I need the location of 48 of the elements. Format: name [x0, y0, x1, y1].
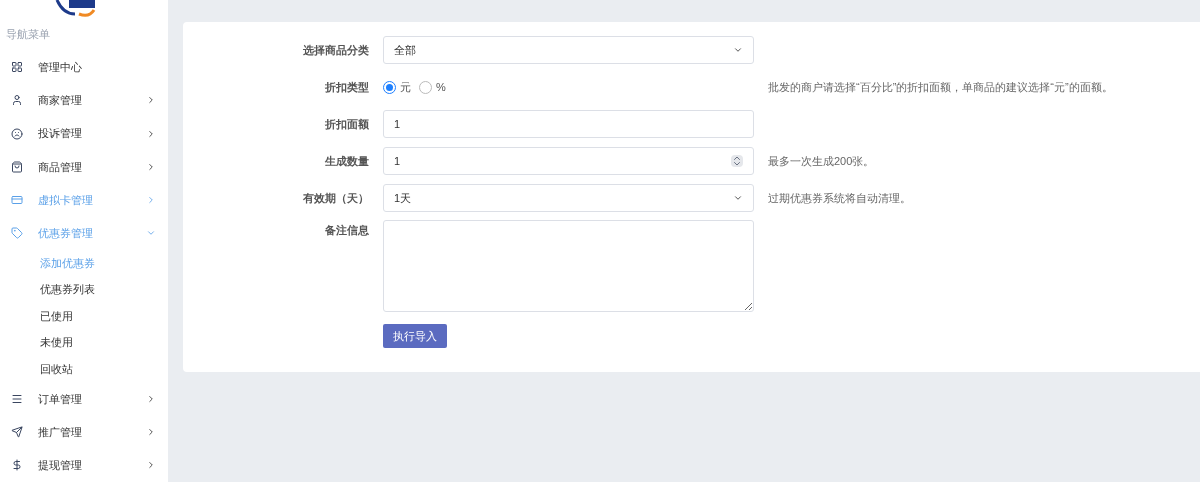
- menu-item[interactable]: 提现管理: [0, 448, 168, 482]
- chevron-right-icon: [146, 393, 156, 404]
- chevron-right-icon: [146, 195, 156, 206]
- menu-item[interactable]: 订单管理: [0, 382, 168, 416]
- number-field[interactable]: 1: [383, 147, 754, 175]
- caret-icon: [733, 193, 743, 203]
- card-icon: [11, 194, 23, 207]
- submit-button[interactable]: 执行导入: [383, 324, 447, 349]
- bag-icon: [11, 160, 23, 173]
- chevron-right-icon: [146, 460, 156, 471]
- menu-item[interactable]: 管理中心: [0, 50, 168, 84]
- hint-text: 最多一次生成200张。: [768, 153, 875, 169]
- field-label: 有效期（天）: [303, 191, 369, 204]
- menu-item[interactable]: 投诉管理: [0, 117, 168, 151]
- user-icon: [11, 94, 23, 107]
- spinner-icon: [731, 155, 743, 167]
- chevron-right-icon: [146, 427, 156, 438]
- select-field[interactable]: 1天: [383, 184, 754, 212]
- paper-plane-icon: [11, 426, 23, 439]
- input-field[interactable]: 1: [383, 110, 754, 138]
- field-label: 折扣类型: [325, 80, 369, 93]
- grid-icon: [11, 61, 23, 74]
- chevron-right-icon: [146, 161, 156, 172]
- field-label: 选择商品分类: [303, 43, 369, 56]
- dollar-icon: [11, 459, 23, 472]
- chevron-right-icon: [146, 95, 156, 106]
- hint-text: 批发的商户请选择“百分比”的折扣面额，单商品的建议选择“元”的面额。: [768, 79, 1113, 95]
- menu-item[interactable]: 商家管理: [0, 83, 168, 118]
- menu-icon: [11, 392, 23, 405]
- hint-text: 过期优惠券系统将自动清理。: [768, 190, 911, 206]
- submenu-item[interactable]: 回收站: [0, 355, 168, 383]
- menu-item[interactable]: 推广管理: [0, 415, 168, 449]
- field-label: 生成数量: [325, 154, 369, 167]
- submenu-item[interactable]: 已使用: [0, 302, 168, 330]
- frown-face-icon: [11, 127, 23, 140]
- caret-icon: [733, 45, 743, 55]
- menu-item[interactable]: 商品管理: [0, 150, 168, 184]
- field-label: 折扣面额: [325, 117, 369, 130]
- sidebar-heading: 导航菜单: [5, 27, 51, 42]
- submenu-item[interactable]: 优惠券列表: [0, 276, 168, 303]
- field-label: 备注信息: [325, 224, 369, 236]
- submenu-item[interactable]: 未使用: [0, 329, 168, 356]
- tag-icon: [11, 227, 23, 240]
- select-field[interactable]: 全部: [383, 36, 754, 64]
- chevron-right-icon: [146, 128, 156, 139]
- remarks-textarea[interactable]: [383, 220, 754, 312]
- radio-option[interactable]: %: [419, 78, 446, 96]
- radio-option[interactable]: 元: [383, 78, 411, 96]
